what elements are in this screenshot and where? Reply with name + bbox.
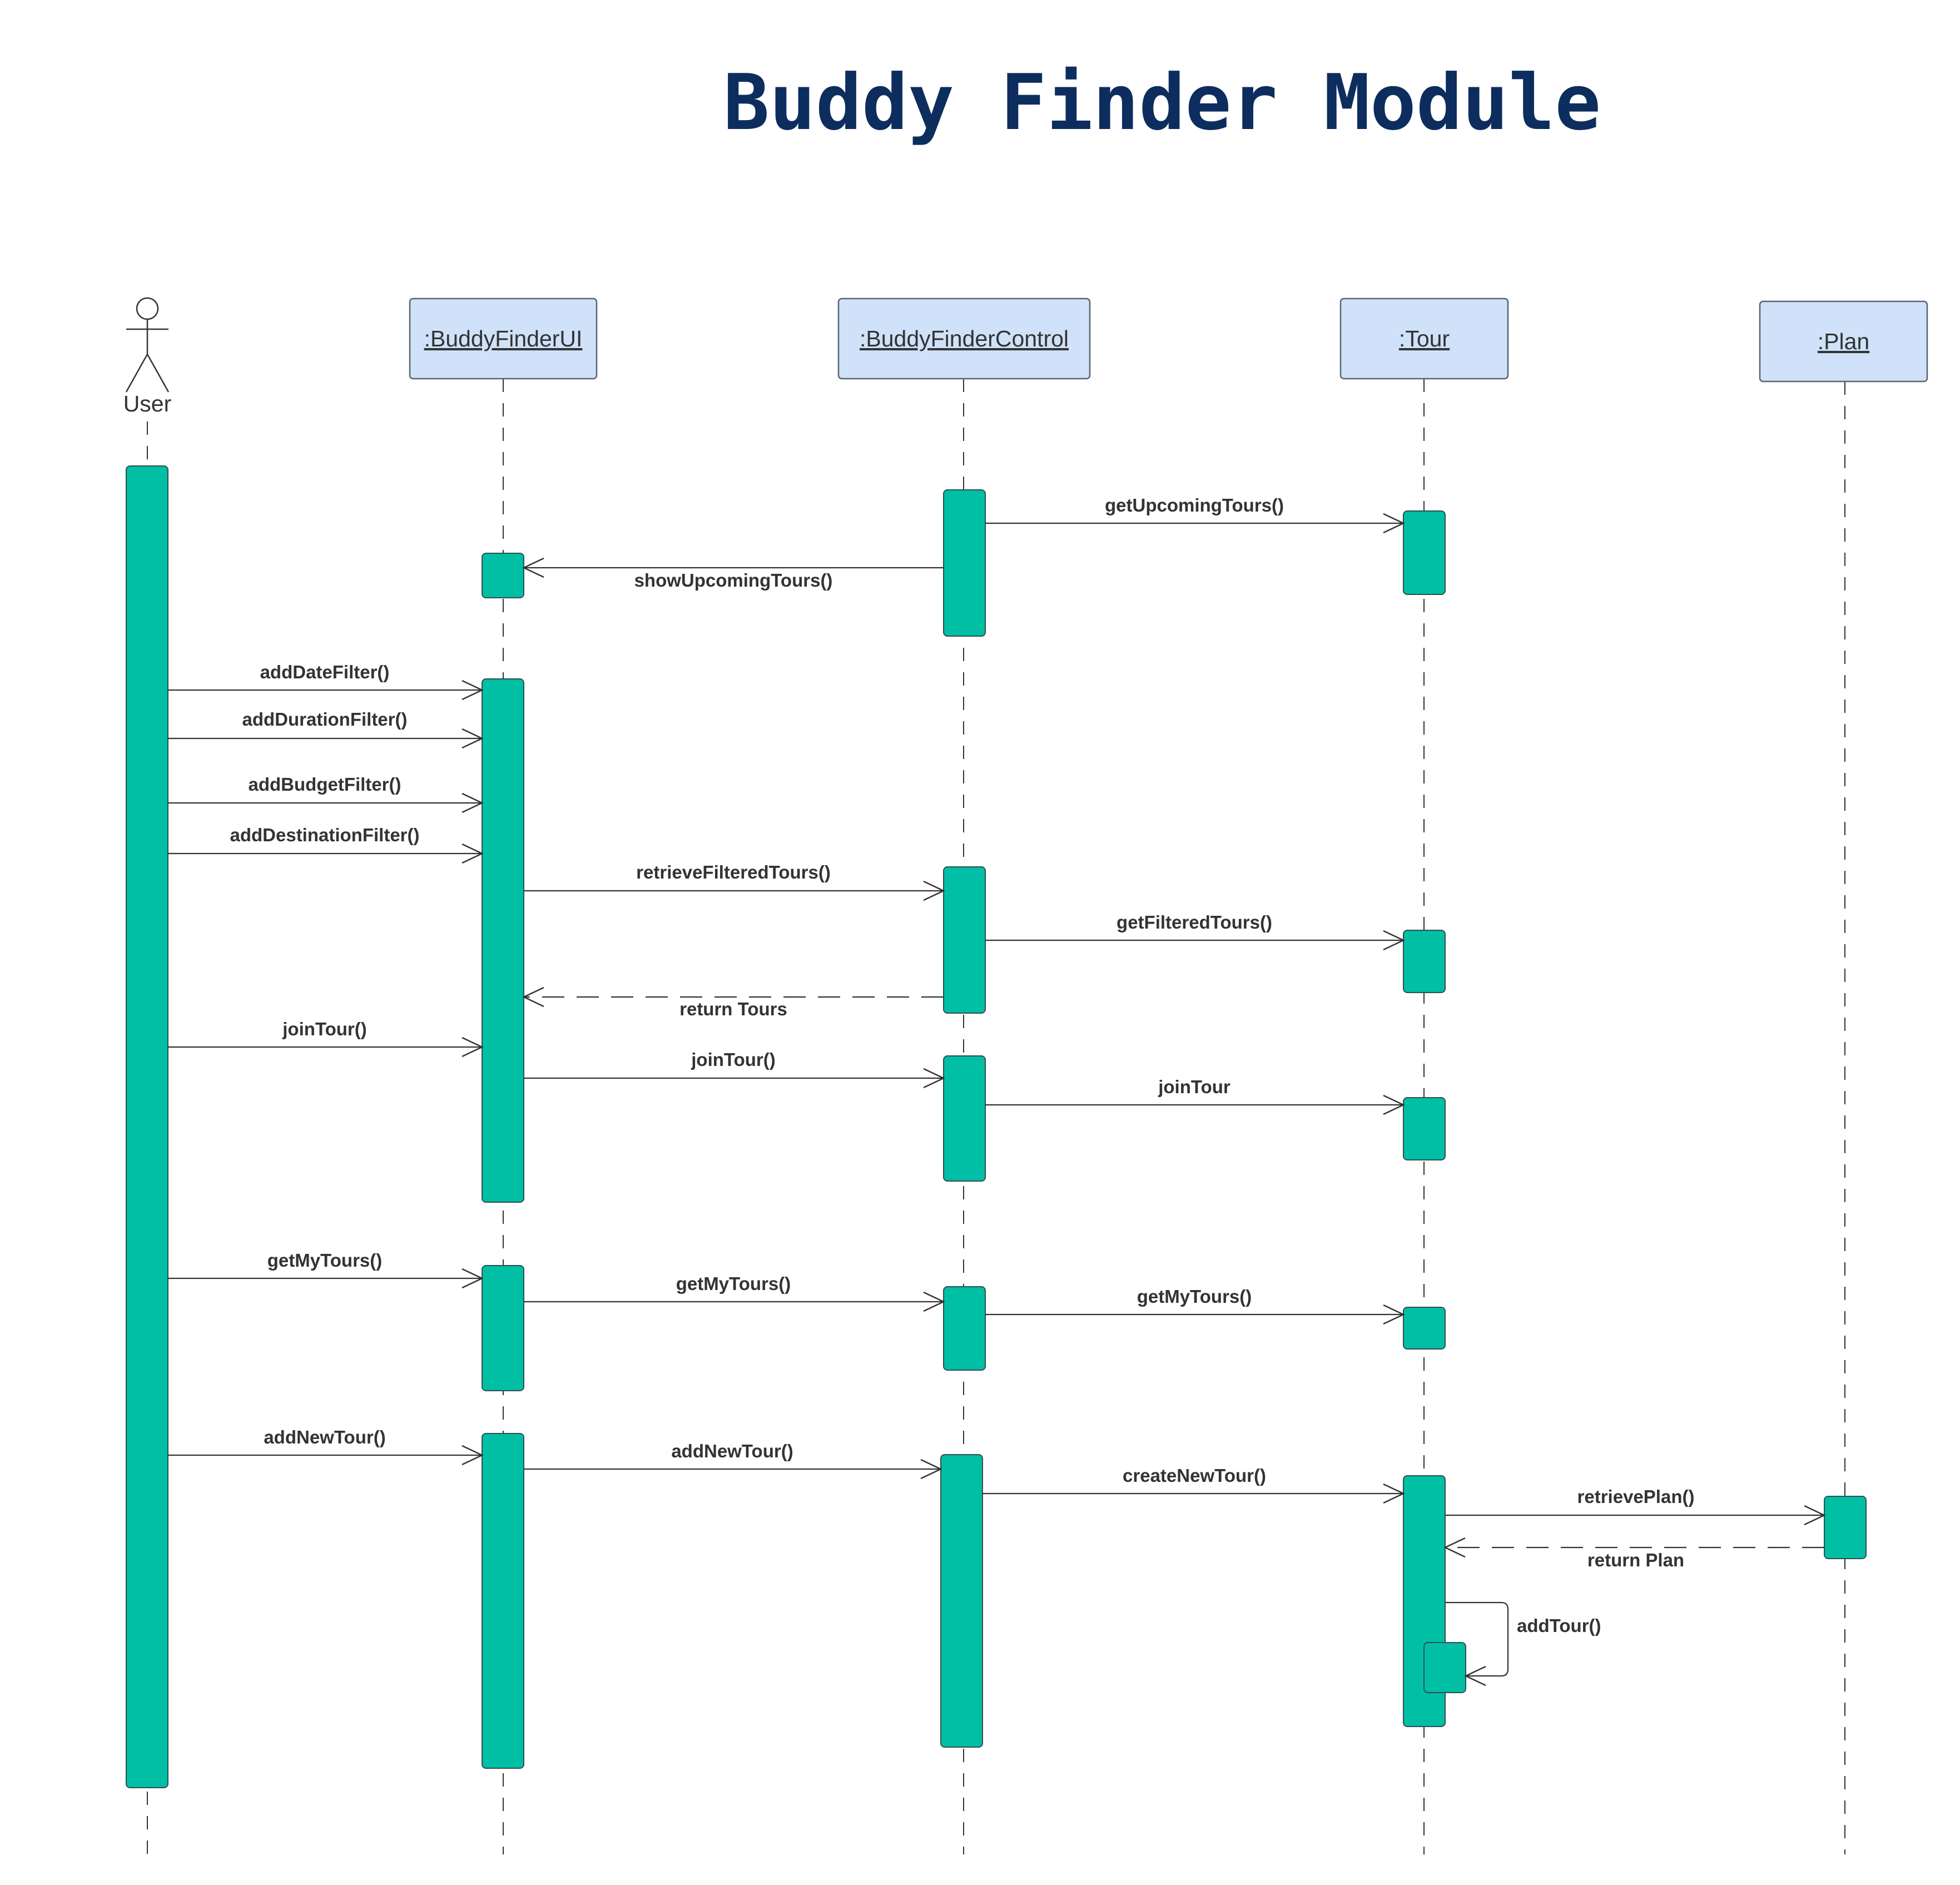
- message-label: retrieveFilteredTours(): [636, 862, 831, 882]
- message-label: getFilteredTours(): [1117, 912, 1272, 932]
- message-call: showUpcomingTours(): [522, 557, 944, 591]
- tour-activation: [1403, 510, 1446, 595]
- message-label: addDateFilter(): [260, 662, 390, 682]
- message-label: addTour(): [1517, 1615, 1601, 1636]
- message-call: addNewTour(): [524, 1441, 942, 1480]
- message-label: joinTour: [1158, 1077, 1230, 1097]
- control-activation: [943, 866, 986, 1014]
- message-call: joinTour: [985, 1077, 1405, 1115]
- tour-nested-activation: [1423, 1642, 1466, 1693]
- message-call: getUpcomingTours(): [985, 495, 1405, 534]
- control-activation: [943, 1055, 986, 1182]
- ui-header-label: :BuddyFinderUI: [424, 326, 583, 351]
- tour-activation: [1403, 1097, 1446, 1160]
- tour-activation: [1403, 1307, 1446, 1350]
- message-call: getMyTours(): [524, 1273, 945, 1312]
- actor-leg-icon: [125, 354, 148, 393]
- message-call: addBudgetFilter(): [168, 774, 484, 813]
- plan-activation: [1824, 1496, 1867, 1559]
- message-label: getMyTours(): [1137, 1286, 1252, 1307]
- message-label: return Tours: [679, 999, 787, 1019]
- message-label: joinTour(): [282, 1019, 367, 1039]
- message-label: getUpcomingTours(): [1105, 495, 1284, 515]
- participant-headers: User :BuddyFinderUI :BuddyFinderControl :To…: [123, 297, 1928, 416]
- message-call: addDateFilter(): [168, 662, 484, 701]
- tour-participant-header: :Tour: [1339, 297, 1509, 380]
- message-call: joinTour(): [168, 1019, 484, 1058]
- message-call: createNewTour(): [983, 1465, 1405, 1504]
- message-call: getMyTours(): [985, 1286, 1405, 1325]
- plan-header-label: :Plan: [1818, 329, 1869, 354]
- actor-leg-icon: [146, 354, 170, 393]
- tour-header-label: :Tour: [1399, 326, 1450, 351]
- control-activation: [943, 1286, 986, 1371]
- message-call: addDurationFilter(): [168, 709, 484, 749]
- plan-participant-header: :Plan: [1759, 300, 1928, 383]
- message-return: return Tours: [522, 986, 944, 1019]
- ui-activation: [482, 553, 524, 598]
- ui-activation: [482, 1265, 524, 1391]
- message-call: addDestinationFilter(): [168, 825, 484, 864]
- message-call: joinTour(): [524, 1049, 945, 1089]
- message-label: addNewTour(): [671, 1441, 793, 1461]
- messages: getUpcomingTours() showUpcomingTours() add…: [168, 495, 1826, 1686]
- message-label: retrievePlan(): [1577, 1486, 1695, 1507]
- message-call: addNewTour(): [168, 1427, 484, 1466]
- ui-activation: [482, 678, 524, 1203]
- control-participant-header: :BuddyFinderControl: [837, 297, 1091, 380]
- user-activation: [126, 465, 168, 1788]
- message-label: joinTour(): [691, 1049, 776, 1070]
- actor-label: User: [123, 391, 172, 416]
- message-return: return Plan: [1443, 1537, 1824, 1570]
- message-label: showUpcomingTours(): [634, 570, 833, 591]
- message-call: getFilteredTours(): [985, 912, 1405, 951]
- message-label: getMyTours(): [267, 1250, 383, 1271]
- control-header-label: :BuddyFinderControl: [860, 326, 1069, 351]
- user-actor: User: [123, 297, 172, 416]
- message-call: retrieveFilteredTours(): [524, 862, 945, 901]
- message-label: addDurationFilter(): [242, 709, 408, 730]
- ui-participant-header: :BuddyFinderUI: [409, 297, 598, 380]
- diagram-title: Buddy Finder Module: [723, 58, 1601, 147]
- sequence-diagram: Buddy Finder Module User :BuddyFinderUI :B…: [123, 58, 1928, 1854]
- tour-activation: [1403, 930, 1446, 993]
- message-label: addBudgetFilter(): [249, 774, 401, 795]
- message-label: createNewTour(): [1123, 1465, 1266, 1486]
- ui-activation: [482, 1433, 524, 1769]
- message-label: getMyTours(): [676, 1273, 791, 1294]
- message-call: retrievePlan(): [1445, 1486, 1826, 1526]
- message-label: addDestinationFilter(): [230, 825, 419, 845]
- actor-head-icon: [136, 297, 159, 320]
- control-activation: [943, 489, 986, 637]
- control-activation: [940, 1454, 983, 1748]
- message-call: getMyTours(): [168, 1250, 484, 1289]
- message-label: addNewTour(): [264, 1427, 385, 1447]
- message-label: return Plan: [1587, 1550, 1684, 1570]
- message-self-call: addTour(): [1445, 1601, 1601, 1686]
